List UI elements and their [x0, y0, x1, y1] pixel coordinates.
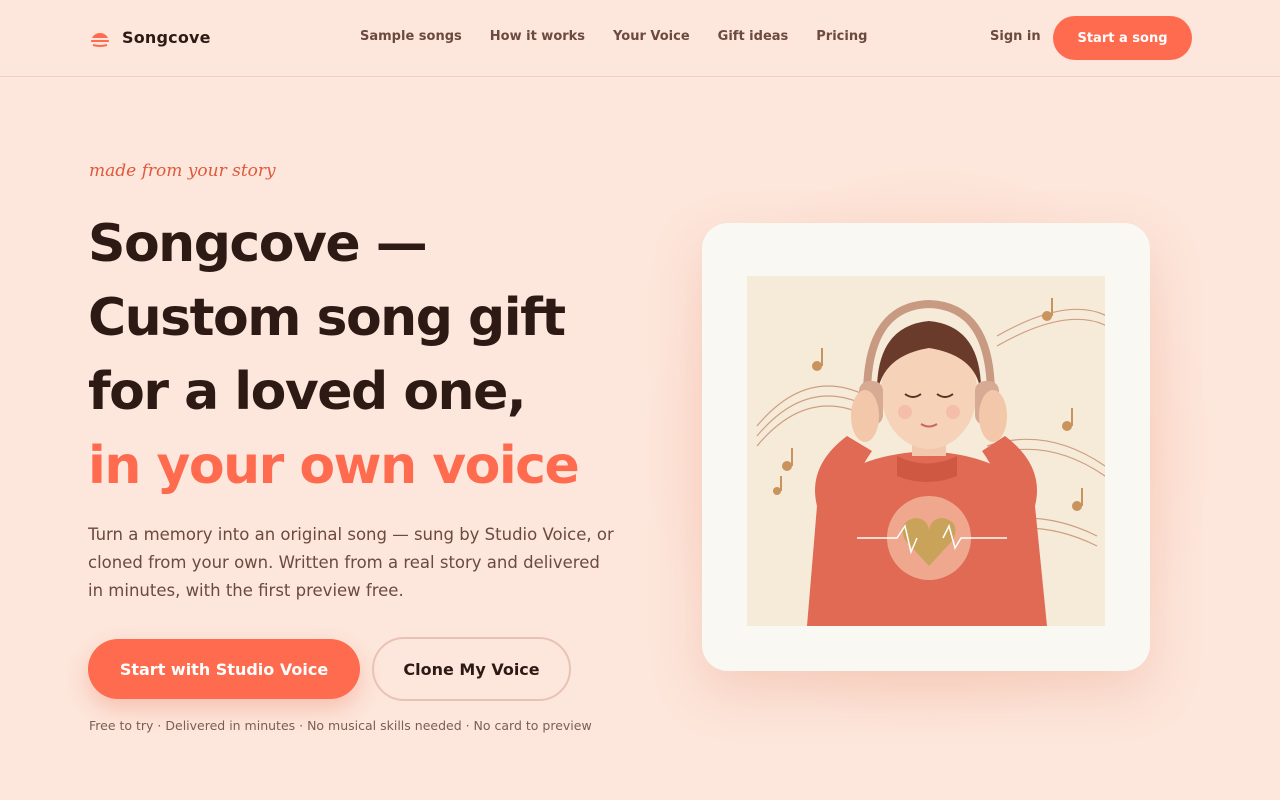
nav-your-voice[interactable]: Your Voice: [613, 29, 690, 44]
nav-gift-ideas[interactable]: Gift ideas: [718, 29, 789, 44]
nav-how-it-works[interactable]: How it works: [490, 29, 585, 44]
main-nav: Sample songs How it works Your Voice Gif…: [360, 29, 867, 44]
hero-eyebrow: made from your story: [89, 161, 276, 181]
nav-sample-songs[interactable]: Sample songs: [360, 29, 462, 44]
nav-pricing[interactable]: Pricing: [816, 29, 867, 44]
hero-fineprint: Free to try · Delivered in minutes · No …: [89, 718, 592, 733]
clone-my-voice-button[interactable]: Clone My Voice: [372, 637, 571, 701]
headline-line-2: Custom song gift: [88, 288, 566, 348]
headline-line-1: Songcove —: [88, 214, 428, 274]
headline-line-3: for a loved one,: [88, 362, 527, 422]
hero-description: Turn a memory into an original song — su…: [88, 525, 614, 600]
start-with-studio-voice-button[interactable]: Start with Studio Voice: [88, 639, 360, 699]
sign-in-link[interactable]: Sign in: [990, 29, 1041, 44]
site-header: Songcove Sample songs How it works Your …: [0, 0, 1280, 77]
half-sun-icon: [91, 33, 109, 47]
brand[interactable]: Songcove: [90, 26, 211, 48]
illustration-card: [702, 223, 1150, 671]
girl-with-headphones-icon: [747, 276, 1105, 626]
start-a-song-button[interactable]: Start a song: [1053, 16, 1192, 60]
brand-name: Songcove: [122, 27, 211, 47]
hero-headline: Songcove — Custom song gift for a loved …: [88, 207, 648, 503]
headline-accent: in your own voice: [88, 436, 580, 496]
